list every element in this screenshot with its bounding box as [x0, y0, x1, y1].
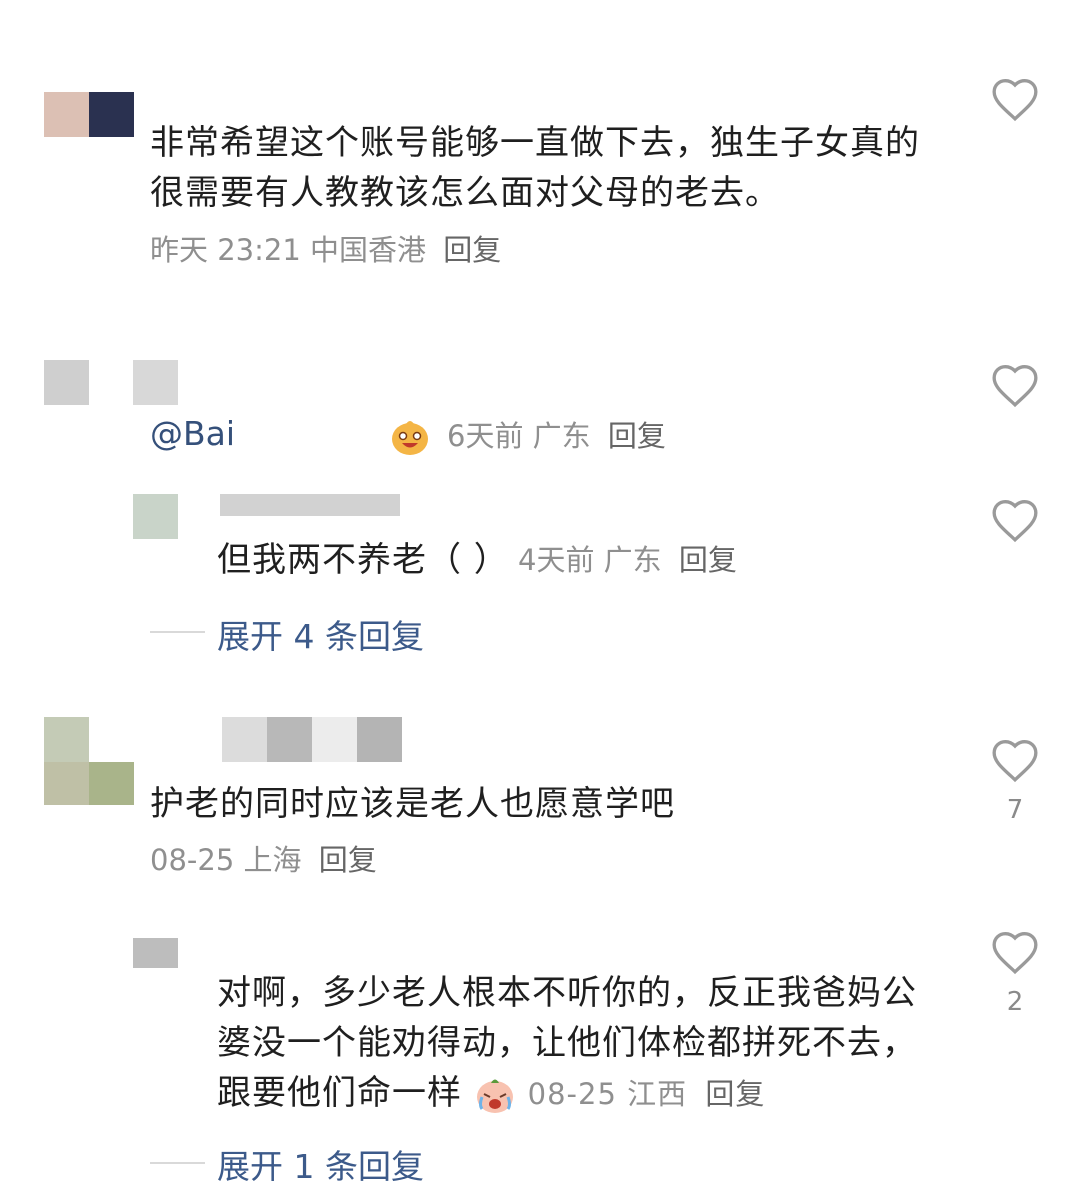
comment-time: 4天前	[518, 543, 595, 577]
comment-text: 护老的同时应该是老人也愿意学吧	[150, 784, 675, 824]
like-count: 2	[1006, 987, 1024, 1017]
divider-line	[150, 631, 205, 633]
like-heart-icon[interactable]	[990, 362, 1040, 408]
username-pixelated	[220, 494, 400, 516]
reply-text: 但我两不养老（ ）	[217, 540, 509, 580]
comment-meta: 4天前 广东 回复	[518, 540, 737, 580]
comment-meta: 6天前 广东 回复	[447, 416, 666, 456]
like-heart-icon[interactable]	[990, 737, 1040, 783]
comment-time: 08-25	[150, 843, 235, 877]
comment-meta: 昨天 23:21 中国香港 回复	[150, 230, 501, 270]
mention-link[interactable]: @Bai	[150, 414, 235, 453]
like-heart-icon[interactable]	[990, 76, 1040, 122]
avatar-pixelated[interactable]	[133, 494, 178, 539]
reply-button[interactable]: 回复	[705, 1077, 765, 1111]
comment-location: 广东	[532, 419, 591, 453]
laughing-emoji	[390, 416, 430, 456]
reply-button[interactable]: 回复	[608, 419, 666, 453]
divider-line	[150, 1162, 205, 1164]
reply-button[interactable]: 回复	[443, 233, 501, 267]
comment-location: 中国香港	[310, 233, 427, 267]
comment-location: 上海	[243, 843, 302, 877]
comment-time: 昨天 23:21	[150, 233, 301, 267]
expand-replies-button[interactable]: 展开 1 条回复	[217, 1140, 424, 1188]
avatar-pixelated[interactable]	[133, 938, 178, 968]
comment-meta: 08-25 上海 回复	[150, 840, 377, 880]
crying-emoji	[474, 1075, 516, 1115]
like-count: 7	[1006, 795, 1024, 825]
comment-time: 6天前	[447, 419, 524, 453]
comment-text: 非常希望这个账号能够一直做下去，独生子女真的很需要有人教教该怎么面对父母的老去。	[150, 123, 920, 213]
like-heart-icon[interactable]	[990, 929, 1040, 975]
reply-text: 对啊，多少老人根本不听你的，反正我爸妈公婆没一个能劝得动，让他们体检都拼死不去，…	[217, 968, 937, 1118]
username-pixelated	[133, 360, 178, 405]
reply-button[interactable]: 回复	[319, 843, 377, 877]
comment-location: 江西	[627, 1077, 688, 1111]
reply-button[interactable]: 回复	[679, 543, 737, 577]
like-heart-icon[interactable]	[990, 497, 1040, 543]
comment-time: 08-25	[527, 1077, 617, 1111]
comment-location: 广东	[603, 543, 662, 577]
expand-replies-button[interactable]: 展开 4 条回复	[217, 610, 424, 658]
